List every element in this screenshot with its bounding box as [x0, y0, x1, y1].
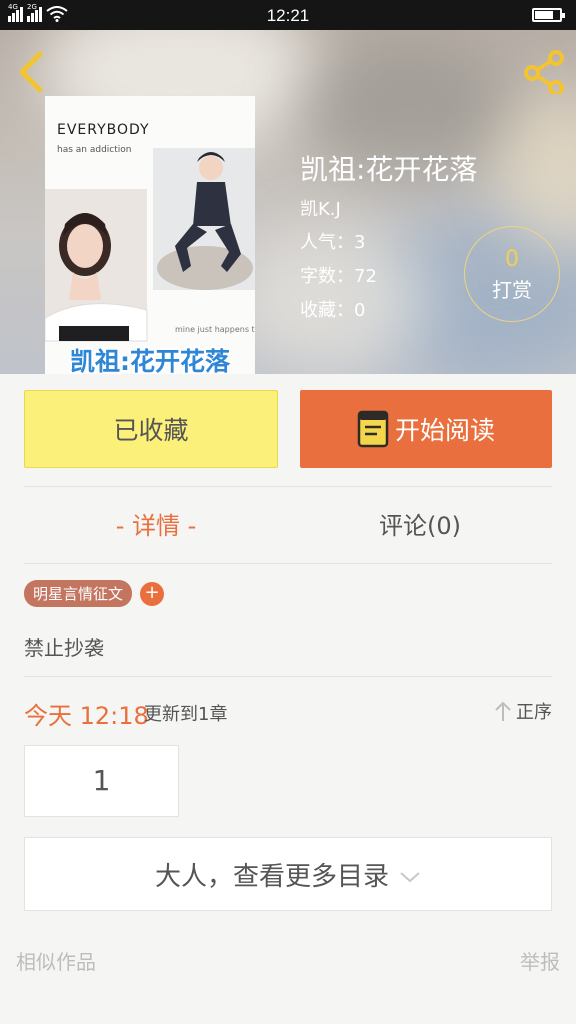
book-description: 禁止抄袭 [24, 636, 104, 660]
share-icon [524, 50, 564, 94]
update-row: 今天 12:18 更新到1章 正序 [24, 696, 552, 730]
tip-count: 0 [505, 247, 519, 272]
divider [24, 486, 552, 487]
divider [24, 563, 552, 564]
cover-tagline-text: mine just happens to be you. [175, 325, 255, 334]
tab-detail[interactable]: - 详情 - [24, 506, 288, 541]
status-bar: 4G 2G 12:21 [0, 0, 576, 30]
start-reading-button[interactable]: 开始阅读 [300, 390, 552, 468]
sort-order-label: 正序 [516, 702, 552, 723]
book-icon [357, 410, 389, 448]
word-count-stat: 字数：72 [300, 266, 377, 287]
popularity-stat: 人气：3 [300, 232, 366, 253]
clock: 12:21 [266, 6, 310, 25]
tip-button[interactable]: 0 打赏 [464, 226, 560, 322]
sort-order-button[interactable]: 正序 [494, 698, 552, 724]
chevron-left-icon [19, 51, 43, 93]
update-text: 更新到1章 [144, 704, 228, 725]
cover-subheader-text: has an addiction [57, 145, 131, 155]
cover-header-text: EVERYBODY [57, 122, 150, 138]
more-catalog-button[interactable]: 大人，查看更多目录 [24, 837, 552, 911]
book-cover[interactable]: EVERYBODY has an addiction mine just hap… [45, 96, 255, 374]
start-reading-label: 开始阅读 [394, 416, 495, 445]
divider [24, 676, 552, 677]
add-tag-button[interactable]: + [140, 581, 165, 606]
battery-icon [532, 8, 565, 22]
favorited-label: 已收藏 [113, 416, 189, 445]
tag-row: 明星言情征文 + [24, 580, 165, 607]
cover-image: EVERYBODY has an addiction mine just hap… [45, 96, 255, 374]
report-link[interactable]: 举报 [520, 946, 560, 975]
favorited-button[interactable]: 已收藏 [24, 390, 278, 468]
update-time: 今天 12:18 [24, 702, 149, 730]
tag-chip[interactable]: 明星言情征文 [24, 580, 133, 607]
book-title: 凯祖:花开花落 [300, 153, 478, 186]
similar-works-heading: 相似作品 [16, 950, 96, 974]
chevron-down-icon [400, 872, 420, 883]
cover-caption: 凯祖:花开花落 [70, 347, 230, 374]
author-name[interactable]: 凯K.J [300, 195, 341, 221]
arrow-up-icon [495, 701, 511, 721]
share-button[interactable] [520, 50, 568, 94]
back-button[interactable] [14, 50, 50, 94]
tip-label: 打赏 [492, 278, 532, 302]
tab-comments[interactable]: 评论(0) [288, 506, 552, 541]
book-header: EVERYBODY has an addiction mine just hap… [0, 30, 576, 374]
favorites-stat: 收藏：0 [300, 300, 366, 321]
chapter-item[interactable]: 1 [24, 745, 179, 817]
more-catalog-label: 大人，查看更多目录 [154, 861, 389, 892]
